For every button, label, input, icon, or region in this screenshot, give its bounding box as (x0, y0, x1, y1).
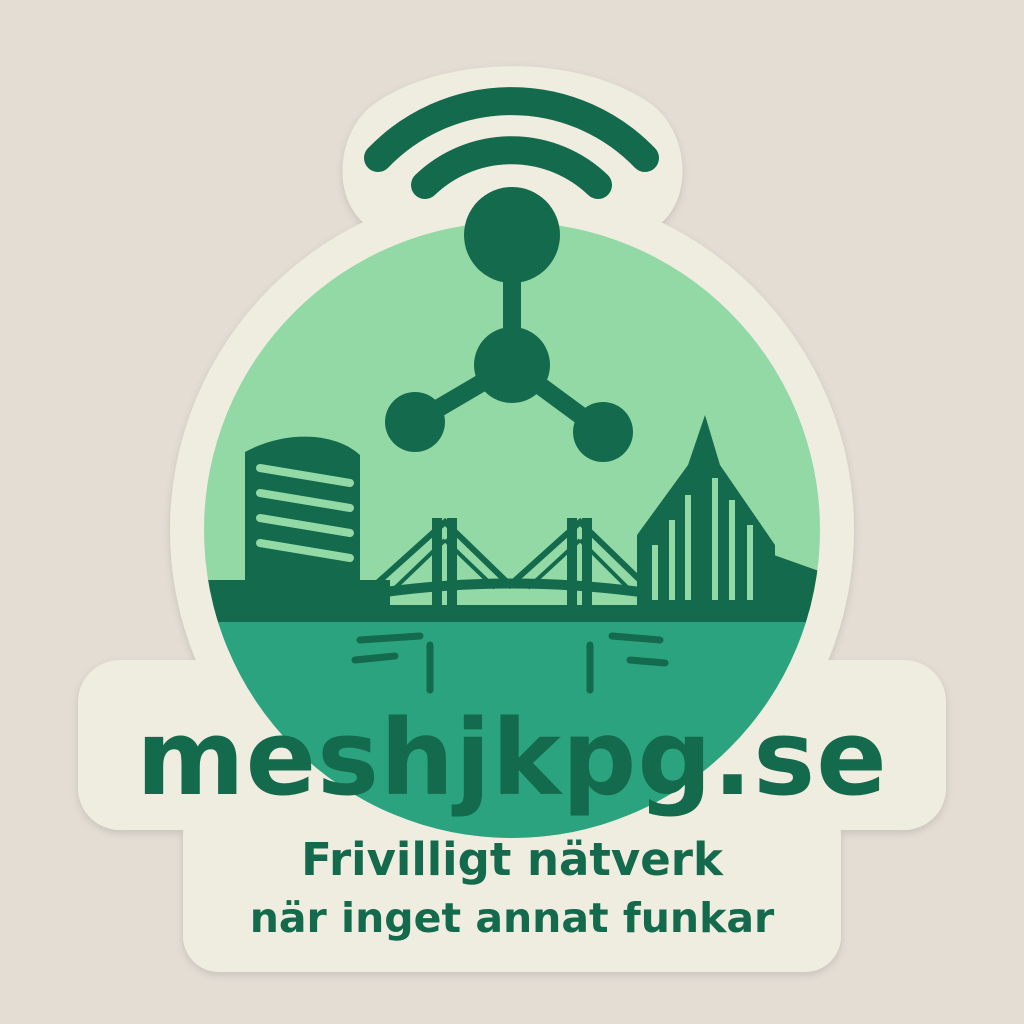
tagline-line-2: när inget annat funkar (249, 894, 775, 942)
left-building (245, 436, 360, 590)
domain-title: meshjkpg.se (136, 697, 888, 819)
sticker-canvas: meshjkpg.se Frivilligt nätverk när inget… (0, 0, 1024, 1024)
tagline-line-1: Frivilligt nätverk (301, 833, 723, 886)
